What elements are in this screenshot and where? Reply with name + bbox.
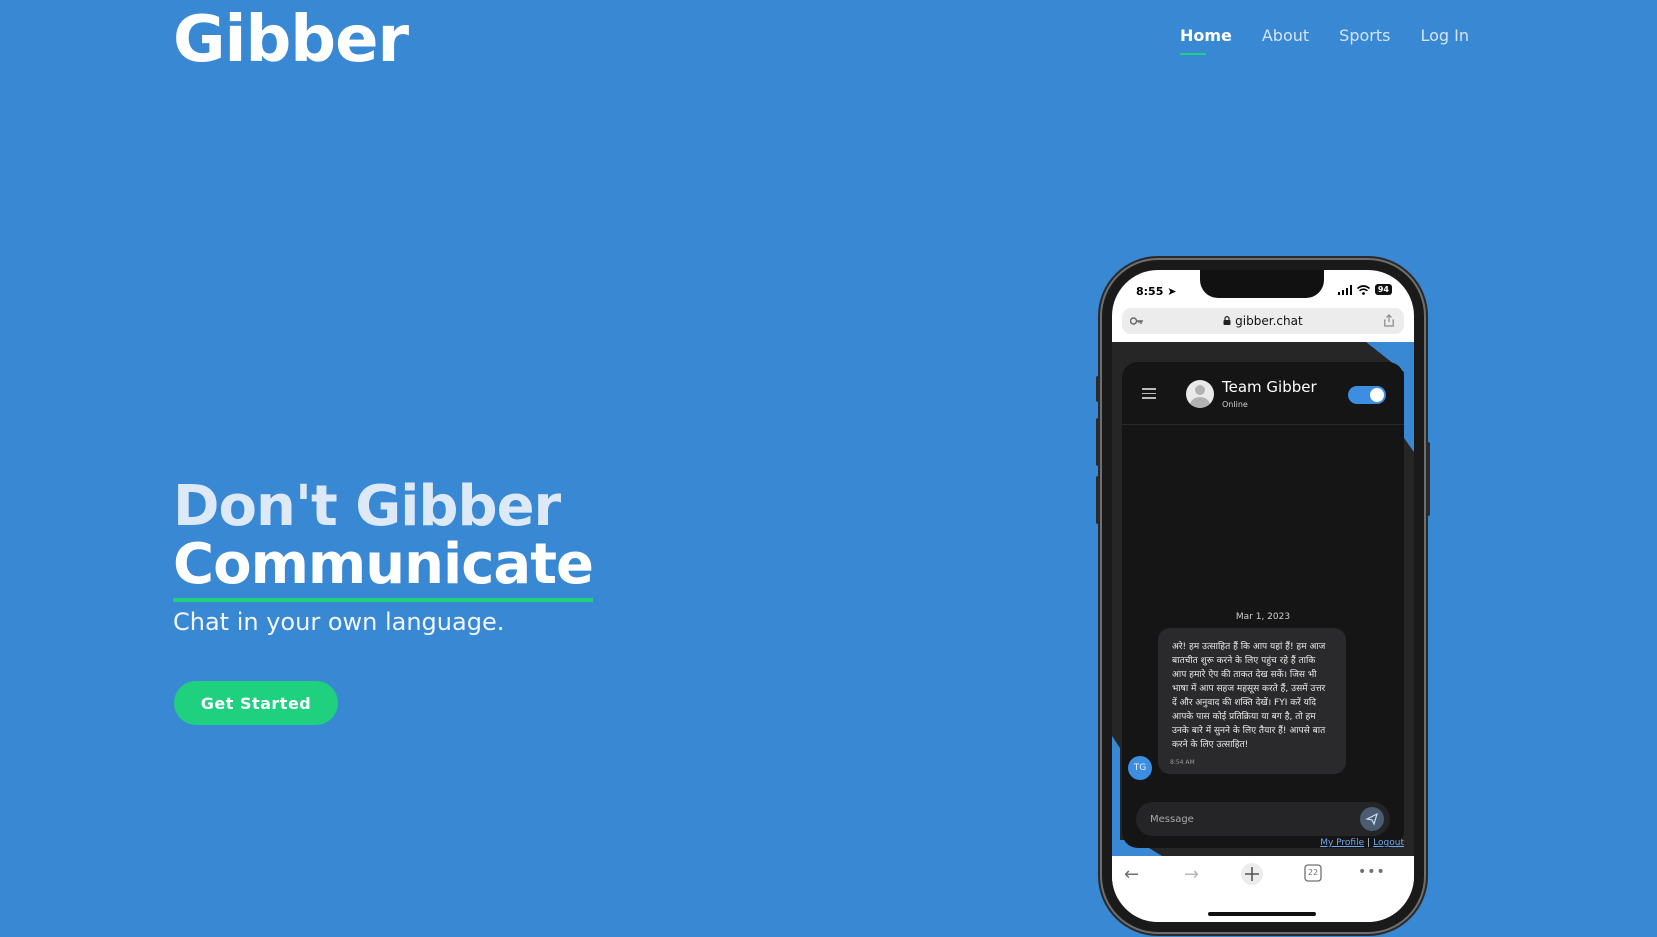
hero-tagline: Chat in your own language. — [173, 608, 505, 636]
phone-volume-down-button — [1096, 476, 1100, 524]
chat-message-text: अरे! हम उत्साहित हैं कि आप यहां हैं! हम … — [1172, 642, 1326, 750]
chat-header: Team Gibber Online — [1122, 362, 1404, 425]
status-time-text: 8:55 — [1136, 285, 1164, 298]
logo[interactable]: Gibber — [173, 2, 409, 78]
browser-toolbar: ← → 22 ••• — [1112, 856, 1414, 922]
status-icons: 94 — [1337, 284, 1392, 295]
share-icon[interactable] — [1384, 314, 1394, 327]
hero-headline-line1: Don't Gibber — [173, 474, 561, 539]
chat-message-bubble: अरे! हम उत्साहित हैं कि आप यहां हैं! हम … — [1158, 628, 1346, 774]
battery-indicator: 94 — [1374, 284, 1392, 295]
phone-mute-button — [1096, 376, 1100, 402]
nav-about[interactable]: About — [1262, 26, 1309, 53]
hero-headline-line2: Communicate — [173, 536, 594, 602]
message-input[interactable] — [1136, 802, 1390, 836]
get-started-button[interactable]: Get Started — [174, 681, 338, 725]
browser-url[interactable]: gibber.chat — [1122, 314, 1404, 328]
chat-message-time: 8:54 AM — [1170, 759, 1195, 766]
contact-avatar[interactable] — [1186, 380, 1214, 408]
phone-power-button — [1426, 442, 1430, 516]
forward-arrow-icon[interactable]: → — [1184, 864, 1199, 885]
lock-icon — [1223, 316, 1231, 325]
my-profile-link[interactable]: My Profile — [1320, 838, 1364, 848]
wifi-icon — [1356, 284, 1370, 295]
main-nav: Home About Sports Log In — [1179, 26, 1469, 55]
nav-login[interactable]: Log In — [1420, 26, 1469, 53]
translate-toggle[interactable] — [1348, 386, 1386, 404]
status-time: 8:55 ➤ — [1136, 285, 1176, 298]
contact-status: Online — [1222, 400, 1248, 409]
tabs-count: 22 — [1307, 868, 1319, 877]
link-separator: | — [1367, 838, 1371, 848]
footer-links: My Profile | Logout — [1320, 838, 1404, 848]
send-icon — [1365, 812, 1378, 826]
plus-icon[interactable] — [1240, 862, 1264, 886]
home-indicator — [1208, 912, 1316, 916]
nav-active-underline — [1179, 53, 1206, 55]
phone-screen: 8:55 ➤ 94 gibber.chat Team Gibber Online… — [1112, 270, 1414, 922]
status-bar: 8:55 ➤ 94 — [1112, 284, 1414, 302]
browser-url-text: gibber.chat — [1235, 314, 1303, 328]
phone-volume-up-button — [1096, 418, 1100, 466]
nav-home-label: Home — [1179, 26, 1232, 45]
chat-date-separator: Mar 1, 2023 — [1235, 612, 1291, 622]
chat-window: Team Gibber Online Mar 1, 2023 अरे! हम उ… — [1122, 362, 1404, 848]
location-arrow-icon: ➤ — [1167, 285, 1177, 298]
hamburger-menu-icon[interactable] — [1142, 388, 1156, 399]
cellular-signal-icon — [1337, 284, 1352, 295]
web-page-area: Team Gibber Online Mar 1, 2023 अरे! हम उ… — [1112, 342, 1414, 856]
back-arrow-icon[interactable]: ← — [1124, 864, 1139, 885]
nav-sports[interactable]: Sports — [1339, 26, 1390, 53]
send-button[interactable] — [1360, 807, 1384, 831]
more-dots-icon[interactable]: ••• — [1358, 864, 1386, 880]
browser-url-bar[interactable]: gibber.chat — [1122, 308, 1404, 334]
sender-avatar: TG — [1128, 756, 1152, 780]
contact-name: Team Gibber — [1222, 378, 1317, 396]
phone-mockup: 8:55 ➤ 94 gibber.chat Team Gibber Online… — [1096, 258, 1430, 934]
logout-link[interactable]: Logout — [1373, 838, 1404, 848]
hero: Don't Gibber Communicate Chat in your ow… — [173, 474, 594, 636]
nav-home[interactable]: Home — [1179, 26, 1232, 55]
